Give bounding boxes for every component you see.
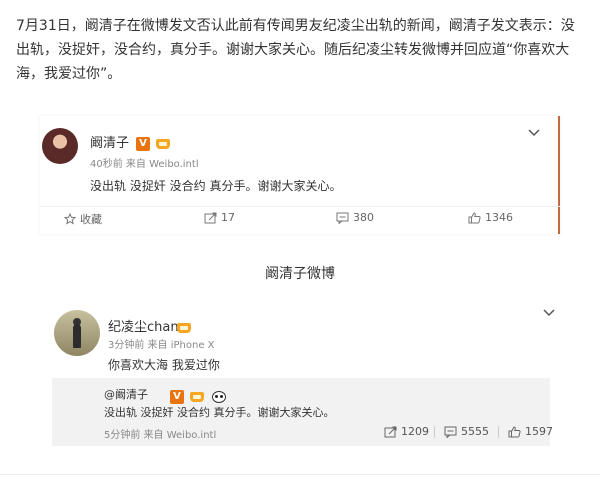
- avatar[interactable]: [54, 310, 100, 356]
- article-paragraph: 7月31日，阚清子在微博发文否认此前有传闻男友纪凌尘出轨的新闻，阚清子发文表示：…: [16, 18, 575, 82]
- post-text: 没出轨 没捉奸 没合约 真分手。谢谢大家关心。: [90, 179, 342, 193]
- user-badges: V: [136, 133, 171, 152]
- repost-count: 1209: [401, 425, 429, 438]
- comment-count: 380: [353, 211, 374, 224]
- comment-icon: [444, 426, 457, 438]
- crown-icon: [189, 390, 205, 404]
- like-icon: [508, 425, 521, 438]
- like-icon: [468, 211, 481, 224]
- like-button[interactable]: 1346: [468, 211, 513, 224]
- favorite-label: 收藏: [80, 213, 102, 226]
- weibo-card-kanqingzi: 阚清子 V 40秒前 来自 Weibo.intl 没出轨 没捉奸 没合约 真分手…: [40, 116, 560, 234]
- star-icon: [64, 213, 76, 225]
- like-count: 1597: [525, 425, 553, 438]
- repost-icon: [384, 426, 397, 438]
- comment-button[interactable]: 380: [336, 211, 374, 224]
- action-divider: [498, 426, 499, 438]
- reposted-text: 没出轨 没捉奸 没合约 真分手。谢谢大家关心。: [104, 406, 335, 419]
- post-username[interactable]: 阚清子: [90, 132, 129, 151]
- reposted-username[interactable]: @阚清子: [104, 386, 148, 402]
- post-meta: 3分钟前 来自 iPhone X: [108, 340, 215, 351]
- vip-badge-icon: V: [170, 389, 184, 404]
- comment-count: 5555: [461, 425, 489, 438]
- like-button[interactable]: 1597: [508, 425, 553, 438]
- post-actions: 收藏 17 380 1346: [40, 206, 560, 230]
- reposted-meta: 5分钟前 来自 Weibo.intl: [104, 430, 217, 441]
- like-count: 1346: [485, 211, 513, 224]
- repost-icon: [204, 212, 217, 224]
- comment-icon: [336, 212, 349, 224]
- vip-badge-icon: V: [136, 136, 150, 151]
- post-username[interactable]: 纪凌尘chan: [108, 316, 179, 335]
- chevron-down-icon[interactable]: [543, 306, 555, 321]
- crown-icon: [155, 137, 171, 151]
- action-divider: [434, 426, 435, 438]
- crown-icon: [176, 321, 192, 335]
- favorite-button[interactable]: 收藏: [64, 211, 102, 227]
- image-caption: 阚清子微博: [265, 266, 335, 282]
- post-meta: 40秒前 来自 Weibo.intl: [90, 159, 199, 170]
- post-text: 你喜欢大海 我爱过你: [108, 358, 220, 372]
- avatar[interactable]: [42, 128, 78, 164]
- reposted-weibo[interactable]: @阚清子 V 没出轨 没捉奸 没合约 真分手。谢谢大家关心。 5分钟前 来自 W…: [52, 378, 553, 446]
- repost-count: 17: [221, 211, 235, 224]
- divider: [0, 474, 600, 475]
- user-badges: V: [170, 386, 227, 405]
- repost-button[interactable]: 1209: [384, 425, 429, 438]
- user-badges: [176, 317, 192, 336]
- repost-button[interactable]: 17: [204, 211, 235, 224]
- panda-icon: [212, 390, 227, 403]
- chevron-down-icon[interactable]: [528, 126, 540, 141]
- comment-button[interactable]: 5555: [444, 425, 489, 438]
